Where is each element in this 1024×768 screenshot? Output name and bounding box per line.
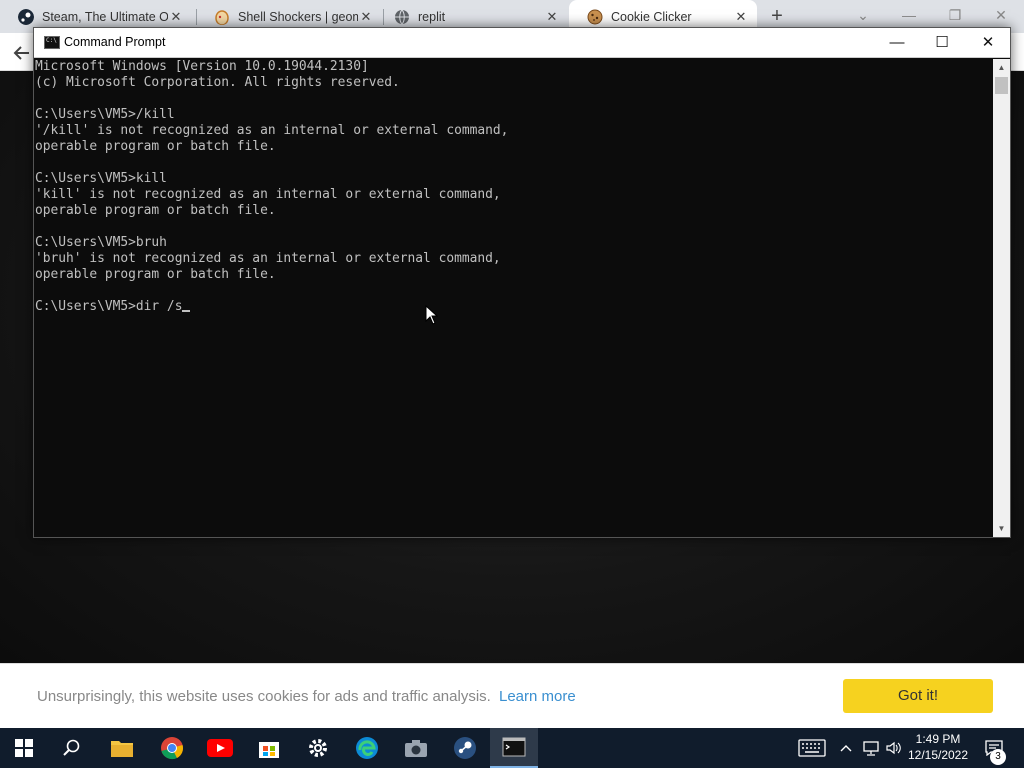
youtube-icon[interactable]	[196, 728, 244, 768]
tab-title: Shell Shockers | geome	[238, 9, 358, 24]
notification-count-badge: 3	[990, 749, 1006, 765]
console-line: C:\Users\VM5>kill	[35, 171, 167, 186]
shellshockers-icon	[215, 9, 229, 25]
console-line: operable program or batch file.	[35, 203, 276, 218]
console-line: operable program or batch file.	[35, 139, 276, 154]
search-icon[interactable]	[48, 728, 96, 768]
console-line: 'bruh' is not recognized as an internal …	[35, 251, 501, 266]
console-line: operable program or batch file.	[35, 267, 276, 282]
chrome-icon[interactable]	[148, 728, 196, 768]
console-output[interactable]: Microsoft Windows [Version 10.0.19044.21…	[34, 59, 994, 537]
edge-icon[interactable]	[343, 728, 391, 768]
close-icon[interactable]: ✕	[965, 28, 1011, 57]
time: 1:49 PM	[915, 732, 961, 746]
clock[interactable]: 1:49 PM 12/15/2022	[905, 731, 971, 763]
scroll-thumb[interactable]	[995, 77, 1008, 94]
new-tab-button[interactable]: +	[766, 4, 788, 28]
cookie-icon	[587, 9, 603, 24]
cookie-consent-banner: Unsurprisingly, this website uses cookie…	[0, 663, 1024, 728]
close-window-icon[interactable]: ✕	[978, 0, 1024, 30]
volume-icon[interactable]	[884, 728, 904, 768]
camera-icon[interactable]	[392, 728, 440, 768]
start-icon[interactable]	[0, 728, 48, 768]
vertical-scrollbar[interactable]: ▲ ▼	[993, 59, 1010, 537]
scroll-down-arrow-icon[interactable]: ▼	[993, 520, 1010, 537]
tab-title: Steam, The Ultimate Or	[42, 9, 168, 24]
minimize-icon[interactable]: —	[886, 0, 932, 30]
cookie-text: Unsurprisingly, this website uses cookie…	[37, 688, 491, 705]
file-explorer-icon[interactable]	[98, 728, 146, 768]
mouse-pointer-icon	[425, 305, 439, 325]
back-arrow-icon[interactable]	[8, 39, 36, 67]
close-icon[interactable]: ✕	[358, 9, 374, 25]
console-line: C:\Users\VM5>bruh	[35, 235, 167, 250]
windows-taskbar: 1:49 PM 12/15/2022 3	[0, 728, 1024, 768]
command-prompt-icon[interactable]	[490, 728, 538, 768]
close-icon[interactable]: ✕	[733, 9, 749, 25]
text-cursor	[182, 310, 191, 312]
close-icon[interactable]: ✕	[168, 9, 184, 25]
console-line: Microsoft Windows [Version 10.0.19044.21…	[35, 59, 369, 74]
window-title: Command Prompt	[64, 35, 166, 49]
chevron-up-icon[interactable]	[838, 728, 854, 768]
minimize-icon[interactable]: —	[874, 28, 920, 57]
globe-icon	[395, 9, 409, 24]
learn-more-link[interactable]: Learn more	[499, 688, 576, 705]
microsoft-store-icon[interactable]	[245, 728, 293, 768]
maximize-icon[interactable]: ☐	[919, 28, 965, 57]
cmd-titlebar[interactable]: Command Prompt — ☐ ✕	[34, 28, 1010, 58]
console-text: Microsoft Windows [Version 10.0.19044.21…	[35, 59, 508, 315]
console-line: (c) Microsoft Corporation. All rights re…	[35, 75, 400, 90]
steam-icon[interactable]	[441, 728, 489, 768]
console-line: 'kill' is not recognized as an internal …	[35, 187, 501, 202]
cookie-message: Unsurprisingly, this website uses cookie…	[37, 688, 576, 705]
got-it-button[interactable]: Got it!	[843, 679, 993, 713]
command-prompt-window[interactable]: Command Prompt — ☐ ✕ Microsoft Windows […	[33, 27, 1011, 538]
network-icon[interactable]	[860, 728, 882, 768]
restore-icon[interactable]: ❐	[932, 0, 978, 30]
tab-title: replit	[418, 9, 446, 24]
console-line: '/kill' is not recognized as an internal…	[35, 123, 509, 138]
tab-search-chevron-icon[interactable]: ⌄	[840, 0, 886, 30]
close-icon[interactable]: ✕	[544, 9, 560, 25]
steam-icon	[18, 8, 34, 25]
touch-keyboard-icon[interactable]	[796, 728, 828, 768]
scroll-up-arrow-icon[interactable]: ▲	[993, 59, 1010, 76]
screen: Steam, The Ultimate Or ✕ Shell Shockers …	[0, 0, 1024, 768]
settings-icon[interactable]	[294, 728, 342, 768]
date: 12/15/2022	[907, 748, 969, 762]
command-prompt-icon	[44, 36, 60, 49]
console-line: C:\Users\VM5>/kill	[35, 107, 175, 122]
tab-title: Cookie Clicker	[611, 9, 692, 24]
